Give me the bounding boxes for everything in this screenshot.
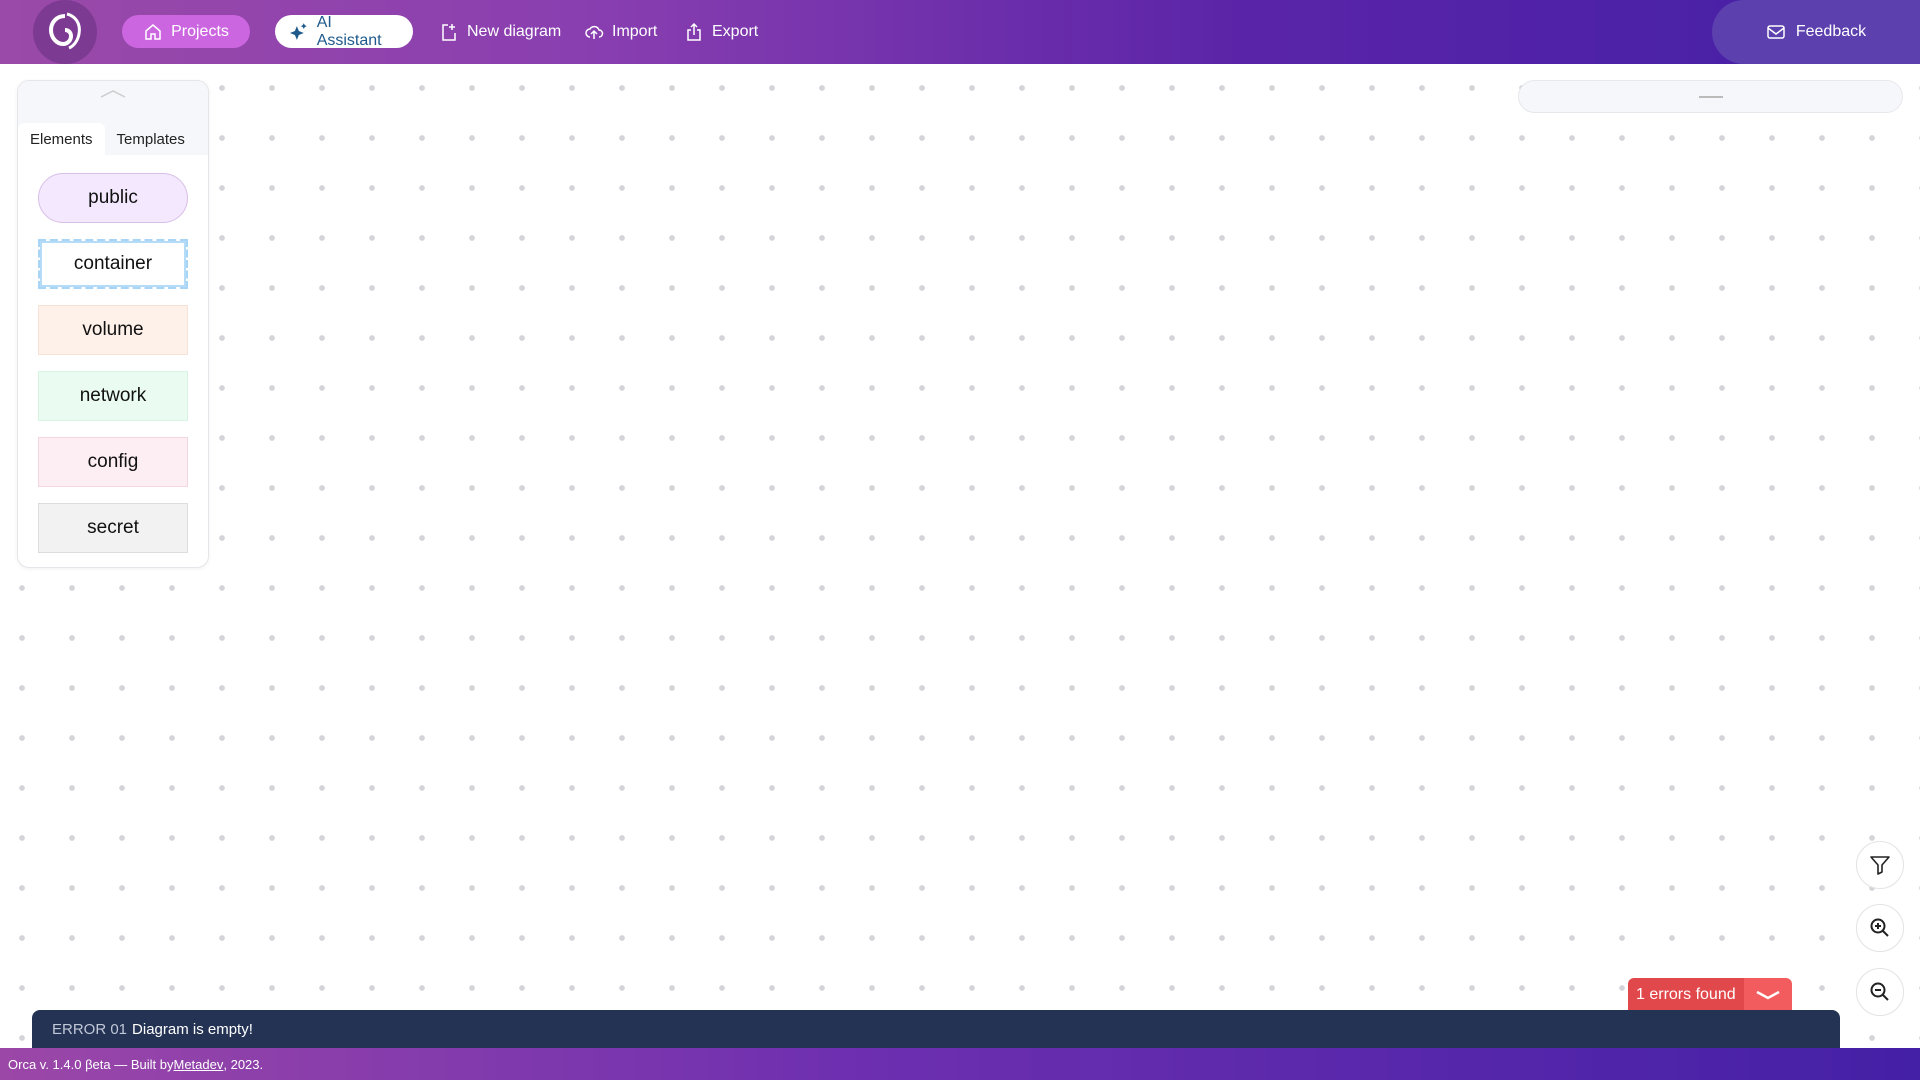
projects-label: Projects xyxy=(171,22,229,40)
new-diagram-button[interactable]: New diagram xyxy=(425,15,575,48)
element-volume[interactable]: volume xyxy=(38,305,188,355)
element-secret[interactable]: secret xyxy=(38,503,188,553)
home-icon xyxy=(145,23,161,40)
elements-panel: Elements Templates public container volu… xyxy=(17,80,209,568)
errors-count: 1 errors found xyxy=(1628,978,1744,1011)
ai-assistant-button[interactable]: AI Assistant xyxy=(275,13,413,49)
orca-logo[interactable] xyxy=(33,0,97,64)
errors-badge[interactable]: 1 errors found xyxy=(1628,978,1792,1011)
filter-icon xyxy=(1870,856,1890,875)
footer-year: , 2023. xyxy=(223,1056,264,1072)
export-button[interactable]: Export xyxy=(670,15,772,48)
error-list: ERROR 01 Diagram is empty! xyxy=(32,1010,1840,1048)
chevron-up-icon xyxy=(100,90,126,98)
tab-templates[interactable]: Templates xyxy=(105,123,197,155)
import-button[interactable]: Import xyxy=(570,15,671,48)
projects-button[interactable]: Projects xyxy=(122,15,250,48)
feedback-button[interactable]: Feedback xyxy=(1712,0,1920,64)
zoom-out-button[interactable] xyxy=(1856,968,1904,1016)
element-public[interactable]: public xyxy=(38,173,188,223)
element-config[interactable]: config xyxy=(38,437,188,487)
cloud-upload-icon xyxy=(585,25,604,39)
error-message: Diagram is empty! xyxy=(132,1020,253,1038)
sparkles-icon xyxy=(289,22,307,40)
export-label: Export xyxy=(712,22,759,40)
new-diagram-label: New diagram xyxy=(467,22,562,40)
errors-toggle[interactable] xyxy=(1743,978,1792,1011)
import-label: Import xyxy=(612,22,658,40)
mail-icon xyxy=(1767,25,1785,39)
new-file-icon xyxy=(442,23,456,41)
logo-icon xyxy=(48,12,81,50)
element-container[interactable]: container xyxy=(38,239,188,289)
ai-assistant-label: AI Assistant xyxy=(316,13,382,49)
zoom-in-icon xyxy=(1870,918,1889,937)
tab-elements[interactable]: Elements xyxy=(18,123,105,155)
footer-text: Orca v. 1.4.0 βeta — Built by xyxy=(8,1056,174,1072)
footer: Orca v. 1.4.0 βeta — Built by Metadev , … xyxy=(0,1048,1920,1080)
collapse-panel-button[interactable] xyxy=(18,81,208,123)
zoom-in-button[interactable] xyxy=(1856,904,1904,952)
share-icon xyxy=(687,22,701,41)
properties-panel-collapsed[interactable] xyxy=(1518,80,1903,113)
element-network[interactable]: network xyxy=(38,371,188,421)
top-navbar: Projects AI Assistant New diagram Import… xyxy=(0,0,1920,64)
chevron-down-icon xyxy=(1756,990,1780,999)
metadev-link[interactable]: Metadev xyxy=(173,1057,223,1072)
error-code: ERROR 01 xyxy=(52,1020,128,1038)
feedback-label: Feedback xyxy=(1795,23,1867,40)
zoom-out-icon xyxy=(1870,982,1889,1001)
filter-button[interactable] xyxy=(1856,841,1904,889)
drag-handle-icon[interactable] xyxy=(1698,95,1723,98)
